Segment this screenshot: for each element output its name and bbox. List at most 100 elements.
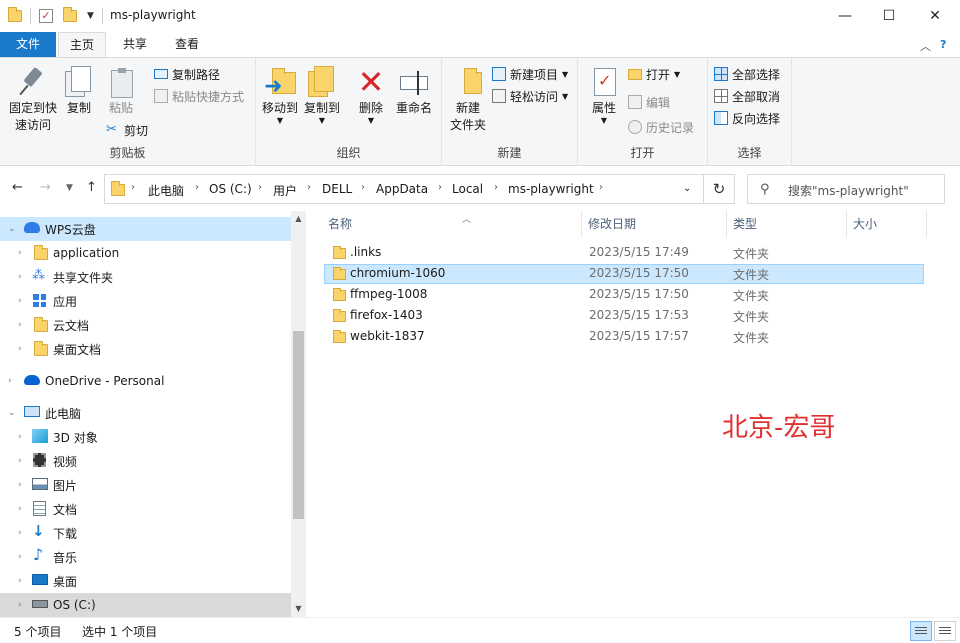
column-header-size[interactable]: 大小 [847,211,927,237]
properties-qat-icon[interactable]: ✓ [39,9,53,23]
nav-item-videos[interactable]: › 视频 [0,449,292,473]
folder-icon [333,288,346,301]
nav-item-wps-cloud[interactable]: ⌄ WPS云盘 [0,217,292,241]
collapsed-chevron-icon[interactable]: › [18,528,22,538]
back-arrow-icon[interactable]: ← [12,180,23,195]
scroll-thumb[interactable] [293,331,304,519]
large-icons-view-button[interactable] [934,621,956,641]
tab-file[interactable]: 文件 [0,32,56,57]
help-icon[interactable]: ? [940,38,946,51]
close-button[interactable]: ✕ [912,0,958,32]
customize-qat-chevron-down-icon[interactable]: ▼ [87,11,94,21]
table-row[interactable]: webkit-1837 2023/5/15 17:57 文件夹 [324,327,924,347]
cut-button[interactable]: ✂ 剪切 [106,120,148,140]
address-bar[interactable]: › 此电脑 › OS (C:) › 用户 › DELL › AppData › … [104,174,704,204]
new-folder-button[interactable]: 新建 文件夹 [446,66,490,134]
open-group-label: 打开 [630,146,655,160]
address-history-chevron-down-icon[interactable]: ⌄ [683,183,691,194]
column-header-date[interactable]: 修改日期 [582,211,727,237]
nav-item-downloads[interactable]: › ↓ 下载 [0,521,292,545]
column-header-type[interactable]: 类型 [727,211,847,237]
refresh-button[interactable]: ↻ [704,174,735,204]
breadcrumb-dell[interactable]: DELL [322,182,352,196]
new-folder-qat-icon[interactable] [63,7,77,22]
nav-item-application[interactable]: › application [0,241,292,265]
up-arrow-icon[interactable]: ↑ [86,180,97,195]
select-all-button[interactable]: 全部选择 [714,64,780,84]
nav-item-3d-objects[interactable]: › 3D 对象 [0,425,292,449]
collapsed-chevron-icon[interactable]: › [8,376,12,386]
table-row[interactable]: firefox-1403 2023/5/15 17:53 文件夹 [324,306,924,326]
easy-access-button[interactable]: 轻松访问 ▼ [492,86,568,106]
nav-item-pictures[interactable]: › 图片 [0,473,292,497]
collapsed-chevron-icon[interactable]: › [18,504,22,514]
table-row[interactable]: .links 2023/5/15 17:49 文件夹 [324,243,924,263]
collapse-ribbon-chevron-icon[interactable]: ︿ [920,38,931,54]
maximize-button[interactable]: ☐ [866,0,912,32]
history-button[interactable]: 历史记录 [628,117,694,137]
collapsed-chevron-icon[interactable]: › [18,248,22,258]
collapsed-chevron-icon[interactable]: › [18,344,22,354]
collapsed-chevron-icon[interactable]: › [18,576,22,586]
nav-scrollbar[interactable]: ▲ ▼ [291,211,306,617]
nav-item-apps[interactable]: › 应用 [0,289,292,313]
collapsed-chevron-icon[interactable]: › [18,320,22,330]
tab-share[interactable]: 共享 [112,32,158,57]
file-date: 2023/5/15 17:49 [589,245,689,259]
breadcrumb-users[interactable]: 用户 [273,182,297,199]
nav-item-onedrive[interactable]: › OneDrive - Personal [0,369,292,393]
new-item-button[interactable]: 新建项目 ▼ [492,64,568,84]
tab-view[interactable]: 查看 [164,32,210,57]
delete-button[interactable]: ✕ 删除 ▼ [354,66,388,125]
breadcrumb-os-c[interactable]: OS (C:) [209,182,252,196]
expanded-chevron-icon[interactable]: ⌄ [8,224,16,234]
recent-locations-chevron-down-icon[interactable]: ▼ [66,183,73,193]
delete-x-icon: ✕ [357,63,385,101]
expanded-chevron-icon[interactable]: ⌄ [8,408,16,418]
nav-item-desktop-docs[interactable]: › 桌面文档 [0,337,292,361]
collapsed-chevron-icon[interactable]: › [18,552,22,562]
collapsed-chevron-icon[interactable]: › [18,432,22,442]
open-button[interactable]: 打开 ▼ [628,64,680,84]
scroll-down-arrow-icon[interactable]: ▼ [291,601,306,617]
breadcrumb-appdata[interactable]: AppData [376,182,428,196]
breadcrumb-local[interactable]: Local [452,182,483,196]
table-row[interactable]: ffmpeg-1008 2023/5/15 17:50 文件夹 [324,285,924,305]
copy-to-button[interactable]: 复制到 ▼ [302,66,342,125]
pin-quick-access-button[interactable]: 固定到快 速访问 [6,66,60,134]
paste-shortcut-button[interactable]: 粘贴快捷方式 [154,86,244,106]
properties-button[interactable]: 属性 ▼ [584,66,624,125]
tab-home[interactable]: 主页 [58,32,106,58]
edit-button[interactable]: 编辑 [628,92,670,112]
search-input[interactable]: ⚲ 搜索"ms-playwright" [747,174,945,204]
breadcrumb-ms-playwright[interactable]: ms-playwright [508,182,594,196]
collapsed-chevron-icon[interactable]: › [18,480,22,490]
table-row-selected[interactable]: chromium-1060 2023/5/15 17:50 文件夹 [324,264,924,284]
nav-item-documents[interactable]: › 文档 [0,497,292,521]
nav-item-music[interactable]: › ♪ 音乐 [0,545,292,569]
nav-item-shared-folder[interactable]: › ⁂ 共享文件夹 [0,265,292,289]
copy-button[interactable]: 复制 [62,66,96,117]
column-header-name[interactable]: 名称 ︿ [322,211,582,237]
collapsed-chevron-icon[interactable]: › [18,600,22,610]
collapsed-chevron-icon[interactable]: › [18,272,22,282]
nav-item-cloud-docs[interactable]: › 云文档 [0,313,292,337]
rename-button[interactable]: 重命名 [392,66,436,117]
column-name-label: 名称 [328,217,353,231]
collapsed-chevron-icon[interactable]: › [18,456,22,466]
forward-arrow-icon[interactable]: → [40,180,51,195]
nav-item-this-pc[interactable]: ⌄ 此电脑 [0,401,292,425]
collapsed-chevron-icon[interactable]: › [18,296,22,306]
select-none-button[interactable]: 全部取消 [714,86,780,106]
minimize-button[interactable]: — [822,0,868,32]
paste-button[interactable]: 粘贴 [104,66,138,117]
file-name: firefox-1403 [350,308,423,322]
scroll-up-arrow-icon[interactable]: ▲ [291,211,306,227]
nav-item-desktop[interactable]: › 桌面 [0,569,292,593]
details-view-button[interactable] [910,621,932,641]
move-to-button[interactable]: ➜ 移动到 ▼ [260,66,300,125]
nav-item-os-c[interactable]: › OS (C:) [0,593,292,617]
breadcrumb-this-pc[interactable]: 此电脑 [148,182,184,199]
invert-selection-button[interactable]: 反向选择 [714,108,780,128]
copy-path-button[interactable]: 复制路径 [154,64,220,84]
